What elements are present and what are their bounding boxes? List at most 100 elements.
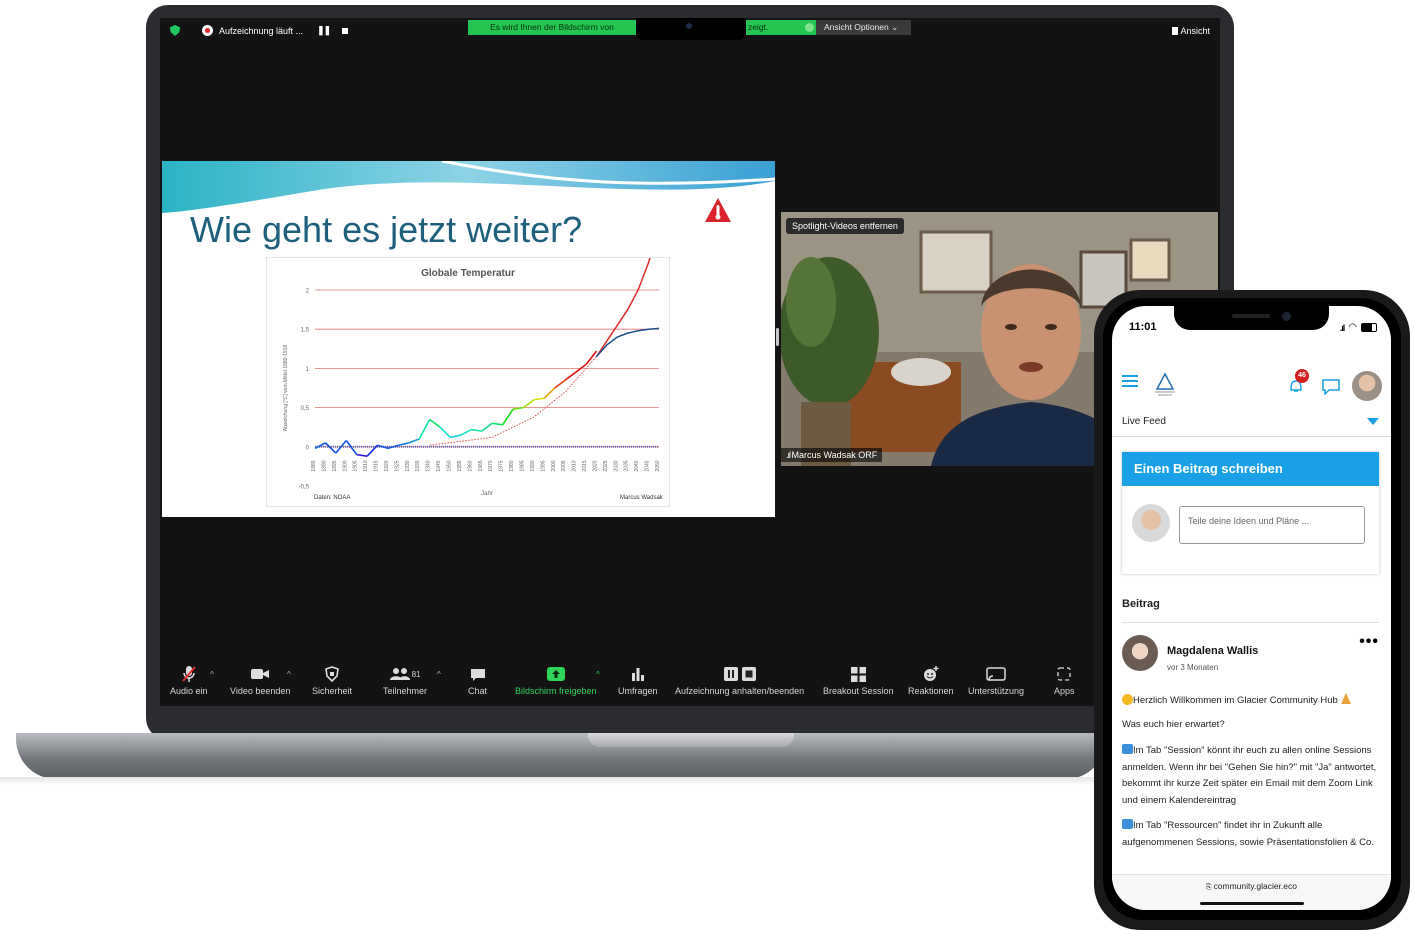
view-button[interactable]: Ansicht — [1172, 26, 1210, 36]
write-post-header: Einen Beitrag schreiben — [1122, 452, 1379, 486]
support-button[interactable]: Unterstützung — [968, 665, 1024, 696]
chart-svg: Globale Temperatur 2 1,5 1 0,5 0 -0,5 Abweichun… — [283, 227, 661, 497]
historic-temperature-segment — [439, 426, 452, 438]
recording-indicator[interactable]: Aufzeichnung läuft ... ❚❚ — [170, 25, 349, 36]
participants-label: Teilnehmer — [383, 686, 428, 696]
post-composer-input[interactable]: Teile deine Ideen und Pläne ... — [1179, 506, 1365, 544]
y-tick-label: 1 — [306, 367, 310, 373]
battery-icon — [1361, 323, 1377, 332]
historic-temperature-segment — [501, 408, 514, 426]
security-label: Sicherheit — [312, 686, 353, 696]
post-timestamp: vor 3 Monaten — [1167, 663, 1219, 672]
y-tick-label: 0,5 — [301, 406, 310, 412]
historic-temperature-segment — [554, 379, 566, 389]
slide-divider-handle[interactable] — [776, 328, 779, 346]
notifications-button[interactable]: 46 — [1288, 369, 1309, 399]
y-tick-label: 2 — [306, 289, 310, 295]
video-options-caret-icon[interactable]: ^ — [287, 670, 291, 679]
support-screen-icon — [986, 665, 1006, 683]
participant-name-label: .ıl Marcus Wadsak ORF — [781, 448, 883, 462]
recording-control-label: Aufzeichnung anhalten/beenden — [675, 686, 805, 696]
reactions-button[interactable]: Reaktionen — [908, 665, 954, 696]
messages-icon[interactable] — [1322, 379, 1340, 395]
polls-button[interactable]: Umfragen — [618, 665, 658, 696]
historic-temperature-segment — [450, 434, 462, 439]
share-notice-right-text: zeigt. — [748, 22, 769, 32]
share-screen-button[interactable]: Bildschirm freigeben — [515, 665, 597, 696]
x-tick-label: 1905 — [353, 460, 359, 471]
projection-high-line — [595, 227, 660, 358]
participants-count: 81 — [411, 669, 421, 679]
x-tick-label: 2025 — [603, 460, 609, 471]
share-screen-label: Bildschirm freigeben — [515, 686, 597, 696]
camera-icon — [686, 23, 692, 29]
y-tick-label: 0 — [306, 445, 310, 451]
view-grid-icon — [1172, 27, 1179, 35]
recording-control-button[interactable]: Aufzeichnung anhalten/beenden — [675, 665, 804, 696]
x-tick-label: 1895 — [332, 460, 338, 471]
recording-dot-icon — [202, 25, 213, 36]
stop-recording-icon[interactable] — [342, 27, 349, 34]
polls-label: Umfragen — [618, 686, 658, 696]
x-tick-label: 2040 — [634, 460, 640, 471]
url-text: ⎘ community.glacier.eco — [1112, 881, 1391, 892]
arrow-right-emoji-icon — [1122, 819, 1133, 829]
unmute-audio-button[interactable]: Audio ein — [170, 665, 208, 696]
home-indicator — [1200, 902, 1304, 905]
zoom-top-bar: Aufzeichnung läuft ... ❚❚ Es wird Ihnen … — [160, 18, 1220, 46]
x-tick-label: 2045 — [645, 460, 651, 471]
audio-options-caret-icon[interactable]: ^ — [210, 670, 214, 679]
x-tick-label: 1945 — [436, 460, 442, 471]
x-tick-label: 1910 — [363, 460, 369, 471]
user-avatar[interactable] — [1352, 371, 1382, 401]
y-axis-label: Abweichung [°C] vom Mittel 1880-1918 — [283, 345, 289, 432]
post-card: Magdalena Wallis vor 3 Monaten ••• Herzl… — [1122, 622, 1379, 883]
camera-notch — [636, 18, 746, 40]
post-author-name[interactable]: Magdalena Wallis — [1167, 645, 1258, 657]
wifi-icon: ◠ — [1348, 322, 1357, 333]
participants-options-caret-icon[interactable]: ^ — [437, 670, 441, 679]
apps-button[interactable]: Apps — [1054, 665, 1075, 696]
muted-mic-icon — [181, 665, 197, 683]
x-tick-label: 1970 — [488, 460, 494, 471]
x-tick-label: 1965 — [478, 460, 484, 471]
floor-line — [0, 777, 1100, 785]
cellular-signal-icon: .ıl — [1339, 322, 1345, 333]
historic-temperature-segment — [408, 438, 420, 444]
security-button[interactable]: Sicherheit — [312, 665, 352, 696]
pause-recording-icon[interactable]: ❚❚ — [317, 25, 331, 36]
encryption-shield-icon — [170, 25, 180, 36]
x-tick-label: 2000 — [551, 460, 557, 471]
x-tick-label: 1925 — [394, 460, 400, 471]
x-tick-label: 1890 — [321, 460, 327, 471]
remove-spotlight-button[interactable]: Spotlight-Videos entfernen — [786, 218, 904, 234]
view-options-button[interactable]: Ansicht Optionen ⌄ — [816, 20, 911, 35]
x-tick-label: 2010 — [572, 460, 578, 471]
stop-video-button[interactable]: Video beenden — [230, 665, 290, 696]
view-label: Ansicht — [1180, 26, 1210, 36]
post-author-avatar — [1122, 635, 1158, 671]
participant-name-text: Marcus Wadsak ORF — [791, 450, 878, 460]
hamburger-menu-icon[interactable] — [1122, 375, 1138, 387]
live-feed-label: Live Feed — [1122, 416, 1166, 427]
post-paragraph-resources: Im Tab "Ressourcen" findet ihr in Zukunf… — [1122, 818, 1379, 860]
breakout-session-button[interactable]: Breakout Session — [823, 665, 894, 696]
speaker-grille — [1232, 314, 1270, 318]
support-label: Unterstützung — [968, 686, 1025, 696]
historic-temperature-segment — [585, 350, 598, 365]
post-more-options-icon[interactable]: ••• — [1359, 633, 1379, 651]
live-feed-selector[interactable]: Live Feed — [1112, 406, 1391, 437]
phone-notch — [1174, 306, 1329, 330]
zoom-toolbar: Audio ein ^ Video beenden ^ Sicherheit 8… — [160, 660, 1220, 704]
apps-label: Apps — [1054, 686, 1075, 696]
browser-url-bar[interactable]: ⎘ community.glacier.eco — [1112, 874, 1391, 910]
x-tick-label: 1930 — [405, 460, 411, 471]
participants-button[interactable]: 81 Teilnehmer — [383, 665, 427, 696]
chat-bubble-icon — [470, 665, 486, 683]
party-popper-icon — [1340, 693, 1351, 704]
x-tick-label: 2030 — [613, 460, 619, 471]
chat-button[interactable]: Chat — [468, 665, 487, 696]
share-options-caret-icon[interactable]: ^ — [596, 670, 600, 679]
breakout-session-label: Breakout Session — [823, 686, 894, 696]
post-section-label: Beitrag — [1122, 598, 1160, 610]
